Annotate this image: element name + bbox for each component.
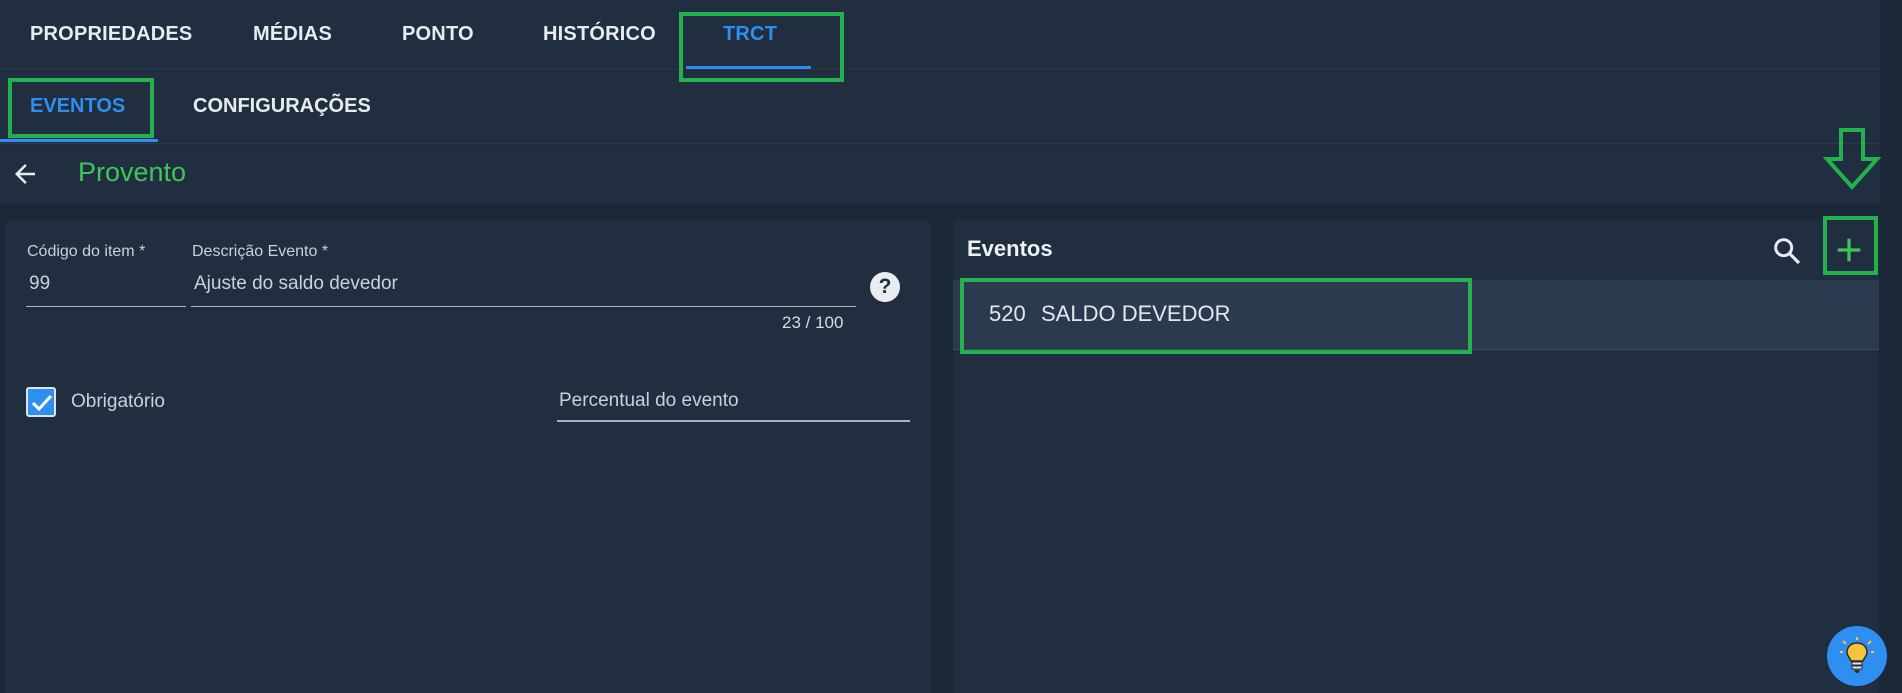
descricao-label: Descrição Evento * <box>192 243 329 260</box>
tab-trct-indicator <box>686 66 811 69</box>
question-circle-icon[interactable]: ? <box>870 272 900 302</box>
event-code: 520 <box>989 301 1026 326</box>
plus-icon[interactable] <box>1834 235 1864 265</box>
percentual-underline <box>557 420 910 422</box>
search-icon[interactable] <box>1771 235 1803 267</box>
descricao-underline <box>191 306 856 307</box>
obrigatorio-label: Obrigatório <box>71 391 165 412</box>
codigo-underline <box>26 306 186 307</box>
event-form-panel: Código do item * 99 Descrição Evento * A… <box>5 220 931 693</box>
tab-eventos[interactable]: EVENTOS <box>30 71 125 143</box>
percentual-input[interactable]: Percentual do evento <box>559 390 739 412</box>
lightbulb-button[interactable] <box>1827 626 1887 686</box>
descricao-counter: 23 / 100 <box>782 313 844 332</box>
eventos-panel: Eventos 520 SALDO DEVEDOR <box>953 220 1879 693</box>
tab-eventos-indicator <box>0 139 158 142</box>
tab-trct[interactable]: TRCT <box>723 0 777 70</box>
tab-medias[interactable]: MÉDIAS <box>253 0 332 70</box>
page-header: Provento <box>0 145 1880 204</box>
tab-historico[interactable]: HISTÓRICO <box>543 0 656 70</box>
tab-configuracoes[interactable]: CONFIGURAÇÕES <box>193 71 371 143</box>
obrigatorio-checkbox[interactable] <box>26 387 56 417</box>
tab-propriedades[interactable]: PROPRIEDADES <box>30 0 192 70</box>
descricao-input[interactable]: Ajuste do saldo devedor <box>194 273 398 295</box>
tab-ponto[interactable]: PONTO <box>402 0 474 70</box>
codigo-input[interactable]: 99 <box>29 273 50 295</box>
page-title: Provento <box>78 157 187 187</box>
sub-tab-bar: EVENTOS CONFIGURAÇÕES <box>0 71 1880 144</box>
check-icon <box>31 394 53 412</box>
codigo-label: Código do item * <box>27 243 146 260</box>
main-tab-bar: PROPRIEDADES MÉDIAS PONTO HISTÓRICO TRCT <box>0 0 1880 70</box>
arrow-left-icon[interactable] <box>10 159 40 189</box>
event-description: SALDO DEVEDOR <box>1041 301 1231 326</box>
lightbulb-icon <box>1840 637 1874 673</box>
list-item[interactable]: 520 SALDO DEVEDOR <box>953 280 1879 350</box>
eventos-title: Eventos <box>967 236 1053 261</box>
